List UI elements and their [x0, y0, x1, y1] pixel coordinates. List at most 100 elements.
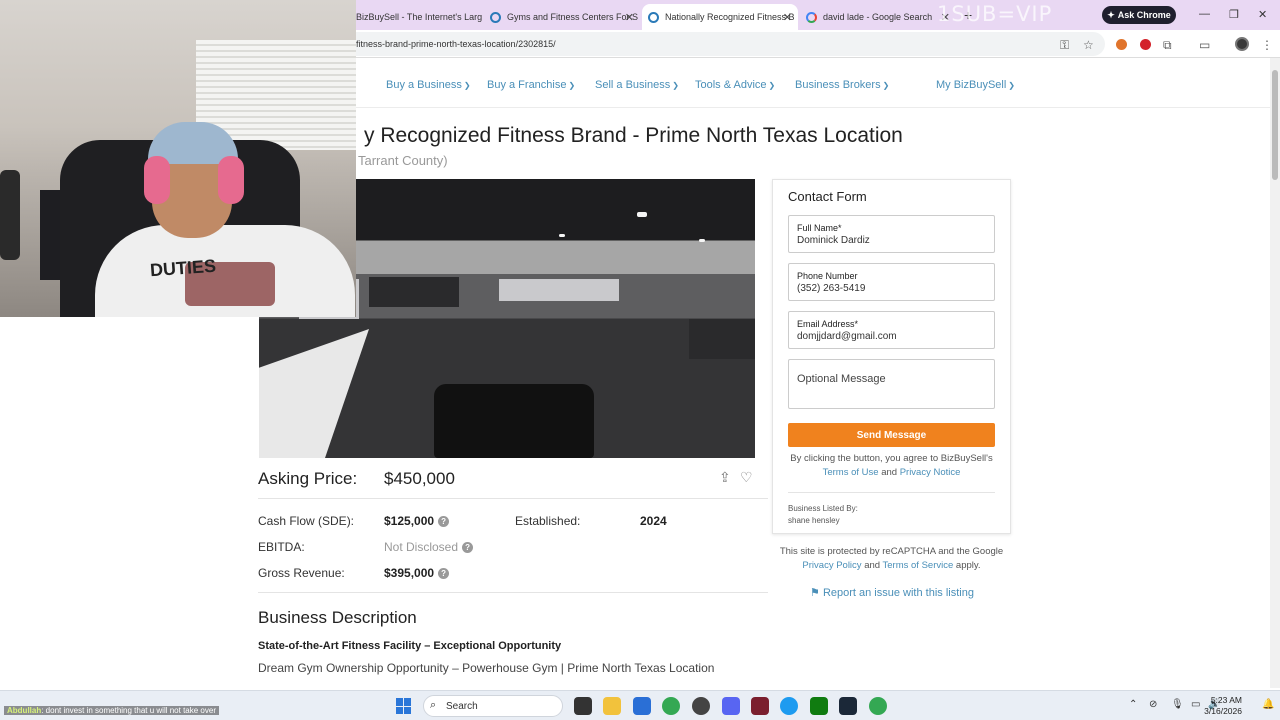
headphone-left [144, 156, 170, 204]
ceiling-light [559, 234, 565, 237]
gross-revenue-label: Gross Revenue: [258, 566, 345, 580]
url-text[interactable]: fitness-brand-prime-north-texas-location… [356, 39, 556, 49]
terms-notice: By clicking the button, you agree to Biz… [790, 453, 993, 478]
xbox-icon[interactable] [810, 697, 828, 715]
site-favicon-icon [490, 11, 501, 23]
close-tab-icon[interactable]: ✕ [625, 11, 634, 24]
message-placeholder: Optional Message [797, 373, 886, 385]
established-label: Established: [515, 514, 581, 528]
side-panel-icon[interactable]: ▭ [1199, 38, 1210, 52]
profile-avatar[interactable] [1235, 37, 1249, 51]
heart-icon[interactable]: ♡ [740, 469, 753, 486]
tab-bizbuysell[interactable]: BizBuySell - The Internet's Larg [350, 4, 482, 30]
ask-chrome-button[interactable]: ✦ Ask Chrome [1102, 6, 1176, 24]
extension-icon[interactable] [1116, 39, 1127, 50]
optional-message-field[interactable]: Optional Message [788, 359, 995, 409]
help-icon[interactable]: ? [462, 542, 474, 554]
asking-price-label: Asking Price: [258, 469, 358, 488]
site-favicon-icon [648, 11, 659, 23]
nav-sell-business[interactable]: Sell a Business ❯ [595, 79, 679, 91]
nav-tools-advice[interactable]: Tools & Advice ❯ [695, 79, 775, 91]
ceiling-light [637, 212, 647, 217]
steam-icon[interactable] [839, 697, 857, 715]
ebitda-value: Not Disclosed? [384, 540, 474, 554]
tray-overflow-icon[interactable]: ⌃ [1129, 699, 1137, 710]
windows-start-icon[interactable] [396, 698, 412, 714]
help-icon[interactable]: ? [438, 516, 450, 528]
close-tab-icon[interactable]: ✕ [783, 11, 792, 24]
task-view-icon[interactable] [574, 697, 592, 715]
chevron-down-icon: ❯ [768, 81, 776, 90]
microphone-icon[interactable]: 🎙 [1171, 699, 1184, 710]
send-message-button[interactable]: Send Message [788, 423, 995, 447]
flag-icon: ⚑ [810, 587, 820, 599]
google-favicon-icon [806, 11, 817, 23]
minimize-icon[interactable]: — [1199, 8, 1210, 20]
bookmark-star-icon[interactable]: ☆ [1083, 38, 1094, 52]
notification-bell-icon[interactable]: 🔔 [1262, 699, 1274, 710]
chevron-down-icon: ❯ [882, 81, 890, 90]
asking-price-value: $450,000 [384, 469, 455, 488]
kebab-menu-icon[interactable]: ⋮ [1261, 38, 1273, 52]
divider [258, 592, 768, 593]
store-icon[interactable] [633, 697, 651, 715]
ceiling-light [699, 239, 705, 242]
email-field[interactable]: Email Address* domjjdard@gmail.com [788, 311, 995, 349]
description-subheading: State-of-the-Art Fitness Facility – Exce… [258, 640, 562, 652]
restore-icon[interactable]: ❐ [1229, 8, 1239, 21]
nav-buy-business[interactable]: Buy a Business ❯ [386, 79, 471, 91]
nav-my-bizbuysell[interactable]: My BizBuySell ❯ [936, 79, 1015, 91]
page-title: y Recognized Fitness Brand - Prime North… [364, 124, 903, 147]
extension-badge-icon[interactable] [1140, 39, 1151, 50]
google-terms-link[interactable]: Terms of Service [883, 560, 954, 571]
gym-machine-frame [259, 329, 369, 458]
system-clock[interactable]: 5:23 AM 3/16/2026 [1200, 695, 1242, 717]
divider [788, 492, 995, 493]
listing-location: Tarrant County) [358, 153, 448, 168]
taskbar-search[interactable]: ⌕ Search [423, 695, 563, 717]
extensions-puzzle-icon[interactable]: ⧉ [1163, 38, 1172, 53]
chevron-down-icon: ❯ [1008, 81, 1015, 90]
discord-icon[interactable] [722, 697, 740, 715]
tab-fitness-listing[interactable]: Nationally Recognized Fitness B ✕ [642, 4, 798, 30]
report-issue-link[interactable]: ⚑ Report an issue with this listing [810, 586, 974, 599]
chrome-profile-icon[interactable] [869, 697, 887, 715]
network-icon[interactable]: ⊘ [1149, 699, 1157, 710]
ebitda-label: EBITDA: [258, 540, 305, 554]
cash-flow-value: $125,000? [384, 514, 450, 528]
description-text: Dream Gym Ownership Opportunity – Powerh… [258, 661, 715, 675]
contact-form-title: Contact Form [788, 189, 867, 204]
google-privacy-policy-link[interactable]: Privacy Policy [802, 560, 861, 571]
email-value: domjjdard@gmail.com [797, 331, 897, 342]
nav-buy-franchise[interactable]: Buy a Franchise ❯ [487, 79, 575, 91]
full-name-field[interactable]: Full Name* Dominick Dardiz [788, 215, 995, 253]
webcam-overlay: DUTIES [0, 0, 356, 317]
chevron-down-icon: ❯ [568, 81, 576, 90]
tab-google-search[interactable]: david lade - Google Search ✕ [800, 4, 956, 30]
file-explorer-icon[interactable] [603, 697, 621, 715]
privacy-notice-link[interactable]: Privacy Notice [900, 467, 961, 478]
business-description-heading: Business Description [258, 608, 417, 627]
obs-icon[interactable] [692, 697, 710, 715]
browser-icon[interactable] [780, 697, 798, 715]
bench-seat [434, 384, 594, 458]
nav-business-brokers[interactable]: Business Brokers ❯ [795, 79, 889, 91]
chrome-icon[interactable] [662, 697, 680, 715]
adobe-icon[interactable] [751, 697, 769, 715]
recaptcha-notice: This site is protected by reCAPTCHA and … [779, 546, 1004, 571]
stream-overlay-text: 1SUB=VIP [937, 2, 1053, 26]
scrollbar-thumb[interactable] [1272, 70, 1278, 180]
tab-gyms[interactable]: Gyms and Fitness Centers For S ✕ [484, 4, 640, 30]
phone-field[interactable]: Phone Number (352) 263-5419 [788, 263, 995, 301]
chevron-down-icon: ❯ [463, 81, 471, 90]
close-window-icon[interactable]: ✕ [1258, 8, 1267, 21]
full-name-value: Dominick Dardiz [797, 235, 870, 246]
email-label: Email Address* [797, 319, 859, 329]
listed-by: Business Listed By: shane hensley [788, 504, 858, 525]
terms-of-use-link[interactable]: Terms of Use [823, 467, 879, 478]
established-value: 2024 [640, 514, 667, 528]
share-icon[interactable]: ⇪ [719, 469, 731, 486]
help-icon[interactable]: ? [438, 568, 450, 580]
chevron-down-icon: ❯ [672, 81, 679, 90]
key-icon[interactable]: ⚿ [1060, 38, 1069, 53]
